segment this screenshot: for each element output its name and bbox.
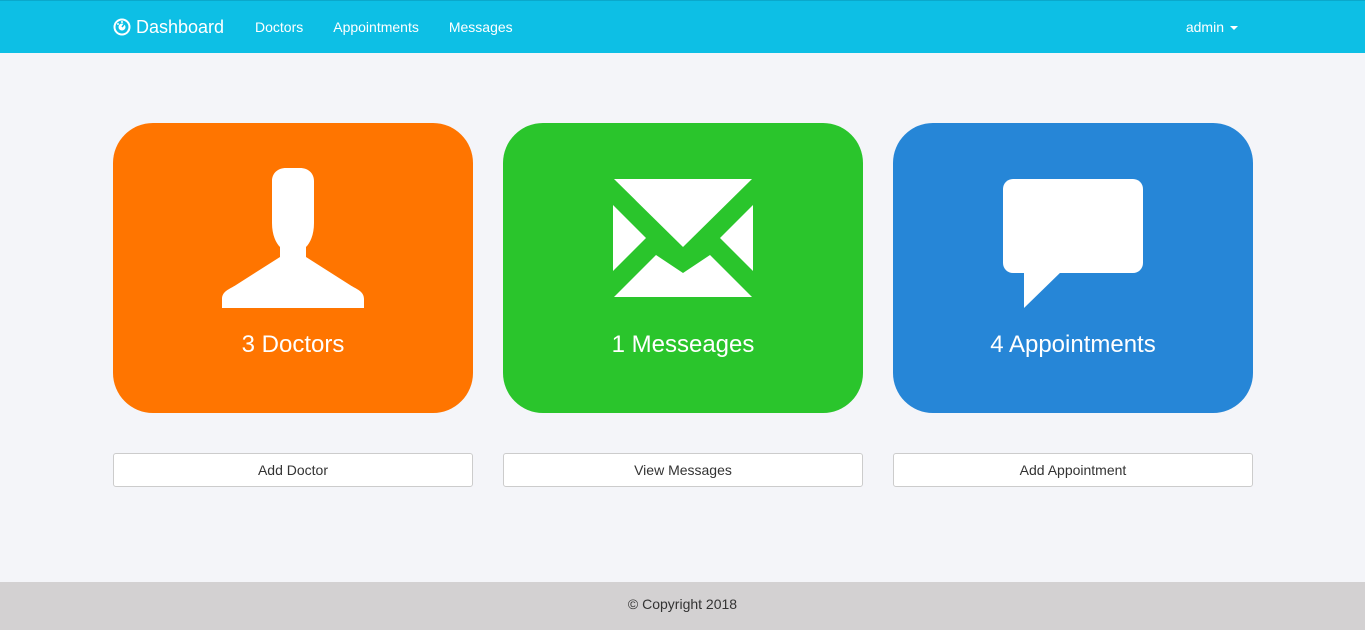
caret-down-icon — [1230, 25, 1238, 30]
brand-link[interactable]: Dashboard — [113, 1, 224, 53]
dashboard-gauge-icon — [113, 18, 131, 36]
doctors-count: 3 Doctors — [241, 331, 345, 358]
comment-icon — [893, 179, 1253, 325]
nav-link-messages[interactable]: Messages — [434, 19, 528, 35]
footer: © Copyright 2018 — [0, 582, 1365, 630]
nav-links: Doctors Appointments Messages — [240, 1, 528, 53]
copyright-text: © Copyright 2018 — [627, 596, 738, 612]
user-icon — [113, 167, 473, 313]
user-dropdown[interactable]: admin — [1186, 1, 1238, 53]
view-messages-button[interactable]: View Messages — [503, 453, 863, 487]
add-doctor-button[interactable]: Add Doctor — [113, 453, 473, 487]
envelope-icon — [503, 179, 863, 325]
top-navbar: Dashboard Doctors Appointments Messages … — [0, 0, 1365, 53]
user-name: admin — [1185, 19, 1224, 35]
messages-card[interactable]: 1 Messeages — [503, 123, 863, 413]
messages-count: 1 Messeages — [611, 331, 755, 358]
appointments-card[interactable]: 4 Appointments — [893, 123, 1253, 413]
doctors-card[interactable]: 3 Doctors — [113, 123, 473, 413]
appointments-count: 4 Appointments — [990, 331, 1156, 358]
add-appointment-button[interactable]: Add Appointment — [893, 453, 1253, 487]
nav-link-appointments[interactable]: Appointments — [318, 19, 434, 35]
brand-label: Dashboard — [136, 16, 225, 37]
nav-link-doctors[interactable]: Doctors — [240, 19, 318, 35]
